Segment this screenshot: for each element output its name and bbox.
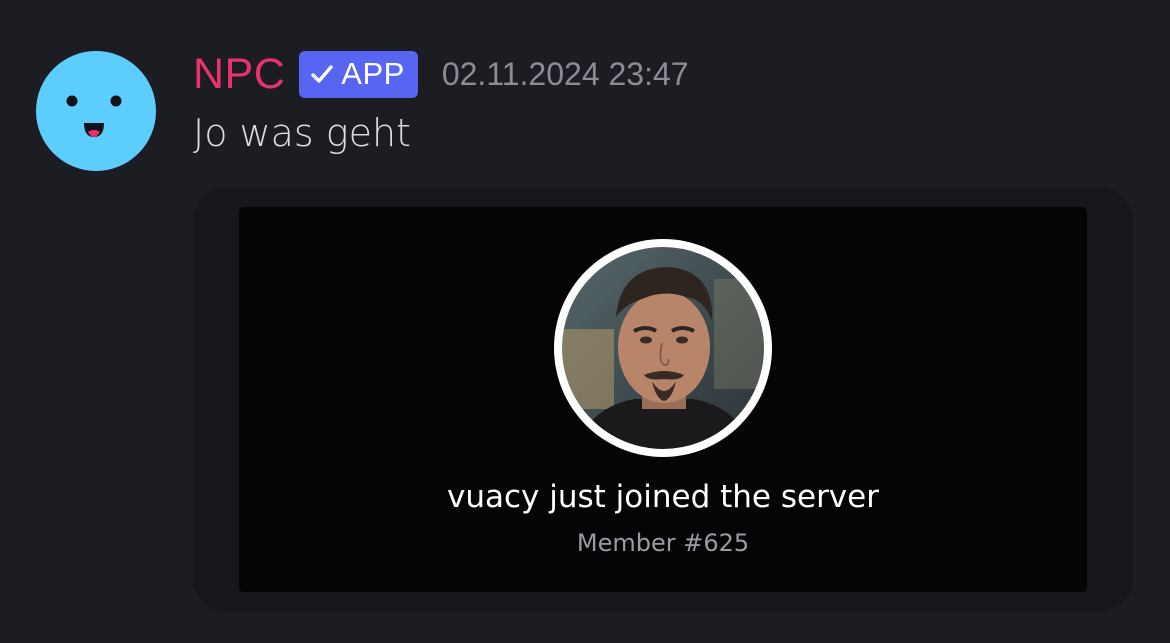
message-header: NPC APP 02.11.2024 23:47 — [193, 48, 689, 100]
chat-message: NPC APP 02.11.2024 23:47 Jo was geht vua… — [0, 0, 1170, 643]
app-badge-label: APP — [341, 56, 405, 91]
profile-photo — [556, 241, 770, 455]
message-text: Jo was geht — [193, 111, 411, 155]
welcome-title: vuacy just joined the server — [447, 479, 879, 515]
message-embed: vuacy just joined the server Member #625 — [193, 187, 1133, 612]
app-badge: APP — [299, 50, 418, 98]
smiley-face-icon — [66, 95, 122, 137]
checkmark-icon — [311, 65, 333, 83]
author-name[interactable]: NPC — [193, 50, 285, 99]
message-timestamp: 02.11.2024 23:47 — [441, 55, 689, 92]
member-number: Member #625 — [576, 529, 750, 557]
welcome-card-image[interactable]: vuacy just joined the server Member #625 — [239, 207, 1087, 592]
joined-user-photo — [554, 239, 772, 457]
author-avatar[interactable] — [36, 51, 156, 171]
